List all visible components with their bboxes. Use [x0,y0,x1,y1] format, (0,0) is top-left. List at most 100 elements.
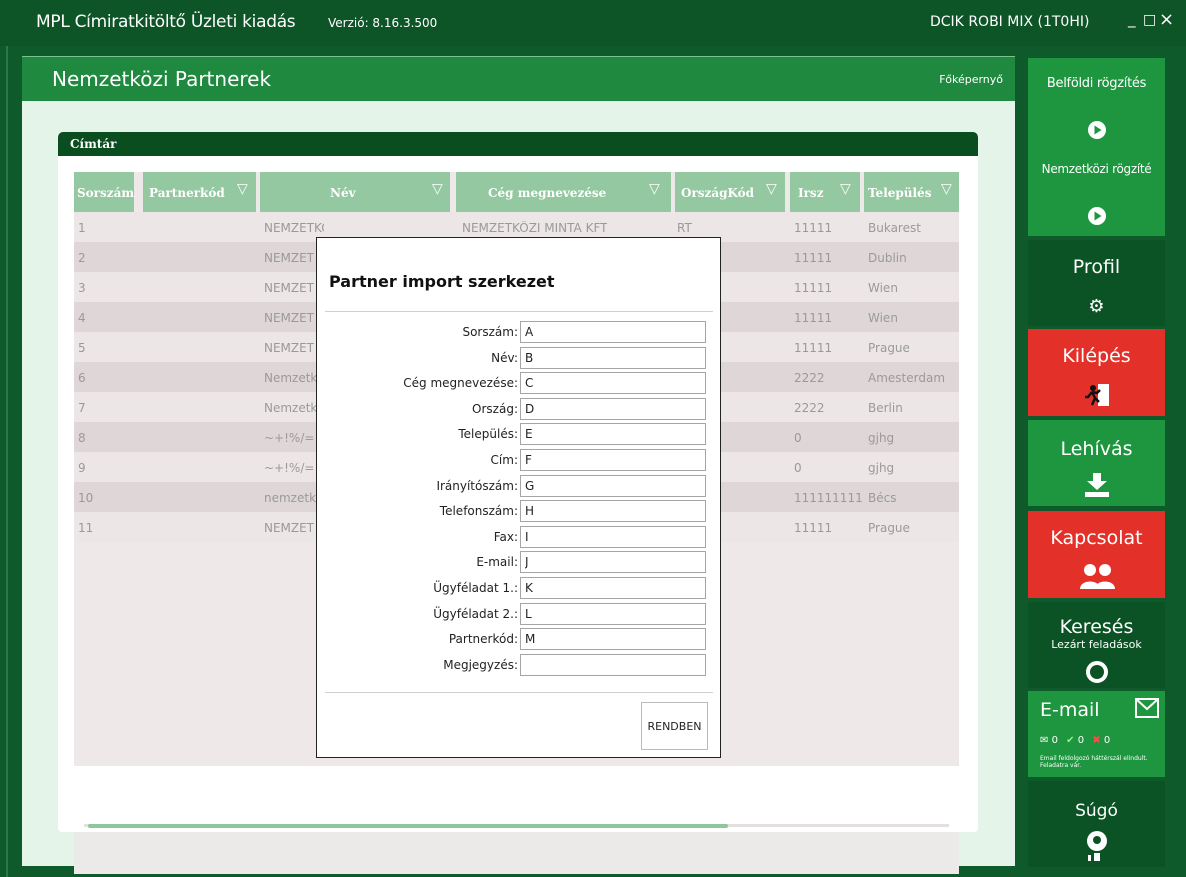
field-input[interactable] [520,346,706,369]
user-label: DCIK ROBI MIX (1T0HI) [930,14,1090,30]
field-input[interactable] [520,653,706,676]
cell-nev: NEMZETKÖZI CÍMZETT [264,221,324,235]
cell-telepules: gjhg [868,461,895,475]
cell-telepules: Bukarest [868,221,921,235]
cell-sorszam: 4 [78,311,86,325]
field-label: E-mail: [476,555,518,570]
maximize-button[interactable]: □ [1143,12,1156,28]
cell-sorszam: 3 [78,281,86,295]
home-link[interactable]: Főképernyő [939,73,1003,86]
tile-label: Belföldi rögzítés [1046,76,1147,91]
field-input[interactable] [520,423,706,446]
column-header-irsz[interactable]: Irsz ▽ [790,172,860,212]
filter-icon[interactable]: ▽ [941,181,952,197]
field-label: Ország: [472,401,518,416]
column-header-partnerkod[interactable]: Partnerkód ▽ [143,172,256,212]
field-input[interactable] [520,321,706,343]
cell-nev: Nemzetk [264,401,318,415]
minimize-button[interactable]: _ [1128,10,1136,28]
cell-ceg: NEMZETKÖZI MINTA KFT [462,221,608,235]
check-icon: ✔ [1066,735,1075,746]
filter-icon[interactable]: ▽ [432,181,443,197]
tile-domestic-entry[interactable]: Belföldi rögzítés [1028,58,1165,155]
tile-international-entry[interactable]: Nemzetközi rögzíté [1028,148,1165,236]
cell-irsz: 111111111 [794,491,863,505]
error-count: 0 [1103,735,1111,746]
ok-count: 0 [1077,735,1085,746]
column-header-nev[interactable]: Név ▽ [260,172,450,212]
mail-count: 0 [1051,735,1058,746]
download-icon [1028,472,1165,502]
cell-telepules: gjhg [868,431,895,445]
field-label: Ügyféladat 1.: [433,581,518,595]
field-input[interactable] [520,602,706,625]
field-label: Fax: [493,529,518,544]
field-label: Megjegyzés: [443,657,518,672]
field-label: Név: [491,350,518,365]
field-label: Partnerkód: [448,632,518,647]
scrollbar-thumb[interactable] [88,824,728,828]
tile-help[interactable]: Súgó [1028,781,1165,867]
field-row: Cég megnevezése: [317,371,722,395]
field-row: Ügyféladat 1.: [317,576,722,600]
field-row: Megjegyzés: [317,653,722,677]
partner-import-dialog: Partner import szerkezet Sorszám: Név: Cég… [316,237,721,758]
cell-nev: NEMZET [264,311,315,325]
filter-icon[interactable]: ▽ [237,181,248,197]
filter-icon[interactable]: ▽ [840,181,851,197]
cell-telepules: Wien [868,311,898,325]
column-header-orszagkod[interactable]: OrszágKód ▽ [675,172,785,212]
cell-telepules: Prague [868,521,910,535]
cell-irsz: 2222 [794,401,825,415]
divider [325,311,713,312]
close-button[interactable]: × [1159,9,1174,30]
tile-exit[interactable]: Kilépés [1028,329,1165,416]
field-input[interactable] [520,372,706,395]
field-input[interactable] [520,551,706,574]
field-label: Sorszám: [462,325,518,339]
tile-search[interactable]: Keresés Lezárt feladások [1028,602,1165,688]
tile-label: Kilépés [1062,345,1131,367]
tile-label: Súgó [1075,801,1118,821]
ok-button[interactable]: RENDBEN [641,702,708,750]
field-label: Település: [458,427,518,442]
field-input[interactable] [520,397,706,420]
field-label: Irányítószám: [436,478,518,493]
cell-orszag: RT [677,221,692,235]
cell-nev: NEMZET [264,341,315,355]
cell-irsz: 0 [794,431,802,445]
horizontal-scrollbar[interactable] [74,822,959,828]
field-input[interactable] [520,577,706,599]
error-icon: ✖ [1092,735,1101,746]
cell-sorszam: 7 [78,401,86,415]
field-row: Telefonszám: [317,499,722,523]
tile-email[interactable]: E-mail ✉ 0 ✔ 0 ✖ 0 Email feldolgozó hátt… [1028,691,1165,777]
tile-contact[interactable]: Kapcsolat [1028,511,1165,598]
filter-icon[interactable]: ▽ [649,181,660,197]
field-input[interactable] [520,628,706,651]
column-header-telepules[interactable]: Település ▽ [864,172,959,212]
cell-irsz: 11111 [794,281,833,295]
play-icon [1028,120,1165,144]
cell-sorszam: 10 [78,491,94,505]
field-input[interactable] [520,525,706,548]
app-title: MPL Címiratkitöltő Üzleti kiadás [36,12,296,32]
field-label: Cég megnevezése: [403,376,518,391]
cell-nev: NEMZET [264,281,315,295]
field-row: Fax: [317,525,722,549]
gear-icon: ⚙ [1088,296,1105,317]
field-input[interactable] [520,474,706,497]
email-status-row: ✉ 0 ✔ 0 ✖ 0 [1040,735,1110,746]
cell-telepules: Berlin [868,401,903,415]
column-header-sorszam[interactable]: Sorszám [74,172,134,212]
filter-icon[interactable]: ▽ [766,181,777,197]
cell-telepules: Amesterdam [868,371,946,385]
field-input[interactable] [520,500,706,523]
tile-fetch[interactable]: Lehívás [1028,420,1165,506]
search-icon [1028,660,1165,688]
cell-irsz: 11111 [794,311,833,325]
tile-label: Profil [1072,256,1121,278]
field-input[interactable] [520,449,706,471]
column-header-ceg[interactable]: Cég megnevezése ▽ [456,172,671,212]
tile-profile[interactable]: Profil ⚙ [1028,240,1165,326]
